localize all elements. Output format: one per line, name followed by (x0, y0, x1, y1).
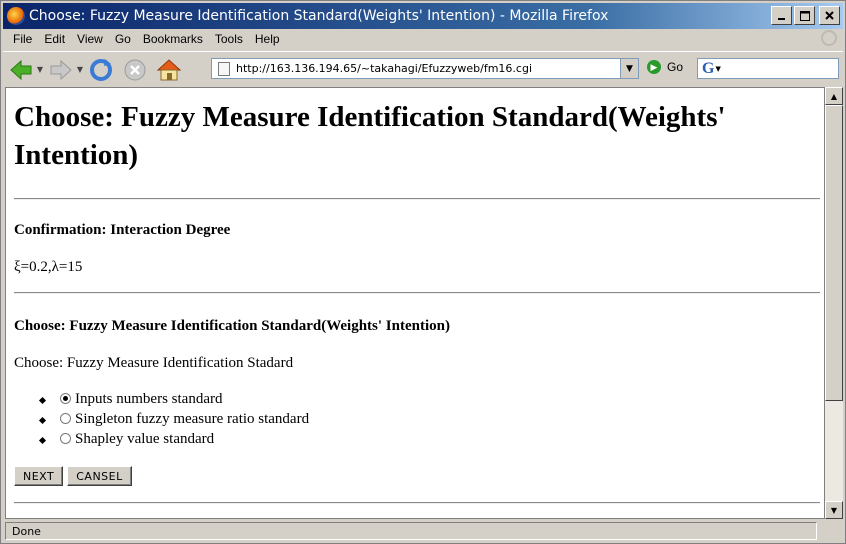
choose-title: Choose: Fuzzy Measure Identification Sta… (14, 318, 450, 334)
forward-button[interactable] (47, 56, 75, 84)
reload-icon (90, 58, 112, 81)
stop-button[interactable] (121, 56, 149, 84)
menu-go[interactable]: Go (115, 32, 131, 46)
home-button[interactable] (155, 56, 183, 84)
next-button[interactable]: NEXT (14, 466, 64, 486)
bullet-icon (38, 416, 47, 425)
title-bar: Choose: Fuzzy Measure Identification Sta… (3, 3, 843, 29)
radio-inputs-numbers[interactable] (60, 393, 71, 404)
menu-help[interactable]: Help (255, 32, 280, 46)
scroll-thumb[interactable] (825, 105, 843, 401)
choose-prompt: Choose: Fuzzy Measure Identification Sta… (14, 355, 294, 371)
standard-options-list: Inputs numbers standard Singleton fuzzy … (14, 390, 820, 450)
maximize-button[interactable] (794, 6, 815, 25)
go-arrow-icon: ▶ (647, 60, 661, 74)
list-item: Shapley value standard (14, 430, 820, 450)
minimize-button[interactable] (771, 6, 792, 25)
vertical-scrollbar[interactable]: ▲ ▼ (825, 87, 843, 519)
search-engine-dropdown-icon[interactable]: ▼ (715, 65, 720, 73)
url-dropdown-button[interactable]: ▼ (620, 59, 638, 78)
back-arrow-icon (10, 59, 32, 80)
list-item: Singleton fuzzy measure ratio standard (14, 410, 820, 430)
throbber-icon (821, 30, 837, 46)
status-text: Done (5, 522, 817, 540)
menu-bookmarks[interactable]: Bookmarks (143, 32, 203, 46)
scroll-up-button[interactable]: ▲ (825, 87, 843, 105)
navigation-toolbar: ▼ ▼ http://163.136.194.65/~takahagi/Efuz… (3, 51, 843, 87)
divider (14, 502, 820, 504)
bullet-icon (38, 436, 47, 445)
search-box[interactable]: G ▼ (697, 58, 839, 79)
forward-history-dropdown[interactable]: ▼ (75, 65, 85, 74)
google-search-icon[interactable]: G (702, 60, 714, 78)
go-button[interactable]: ▶ Go (647, 60, 683, 74)
forward-arrow-icon (50, 59, 72, 80)
back-button[interactable] (7, 56, 35, 84)
scroll-down-button[interactable]: ▼ (825, 501, 843, 519)
close-button[interactable] (819, 6, 840, 25)
radio-shapley-value[interactable] (60, 433, 71, 444)
go-label: Go (667, 60, 684, 74)
page-viewport: Choose: Fuzzy Measure Identification Sta… (5, 87, 825, 519)
cancel-button[interactable]: CANSEL (67, 466, 132, 486)
confirmation-title: Confirmation: Interaction Degree (14, 222, 231, 238)
list-item: Inputs numbers standard (14, 390, 820, 410)
close-icon (825, 11, 834, 20)
option-label[interactable]: Singleton fuzzy measure ratio standard (75, 410, 309, 429)
menu-bar: File Edit View Go Bookmarks Tools Help (3, 29, 843, 49)
menu-tools[interactable]: Tools (215, 32, 243, 46)
firefox-logo-icon (7, 7, 25, 25)
stop-icon (124, 59, 146, 80)
option-label[interactable]: Shapley value standard (75, 430, 214, 449)
url-text[interactable]: http://163.136.194.65/~takahagi/Efuzzywe… (236, 62, 532, 75)
url-bar[interactable]: http://163.136.194.65/~takahagi/Efuzzywe… (211, 58, 639, 79)
form-buttons: NEXT CANSEL (14, 466, 820, 486)
minimize-icon (778, 18, 785, 20)
back-history-dropdown[interactable]: ▼ (35, 65, 45, 74)
status-bar: Done (3, 520, 843, 542)
maximize-icon (799, 10, 810, 21)
bullet-icon (38, 396, 47, 405)
menu-edit[interactable]: Edit (44, 32, 65, 46)
option-label[interactable]: Inputs numbers standard (75, 390, 222, 409)
page-icon (218, 61, 230, 76)
reload-button[interactable] (87, 56, 115, 84)
home-icon (156, 58, 182, 80)
radio-singleton-ratio[interactable] (60, 413, 71, 424)
browser-window: Choose: Fuzzy Measure Identification Sta… (0, 0, 846, 544)
page-content: Choose: Fuzzy Measure Identification Sta… (14, 88, 820, 504)
interaction-degree-value: ξ=0.2,λ=15 (14, 259, 83, 275)
page-heading: Choose: Fuzzy Measure Identification Sta… (14, 101, 726, 171)
window-title: Choose: Fuzzy Measure Identification Sta… (29, 8, 609, 24)
menu-file[interactable]: File (13, 32, 32, 46)
menu-view[interactable]: View (77, 32, 103, 46)
